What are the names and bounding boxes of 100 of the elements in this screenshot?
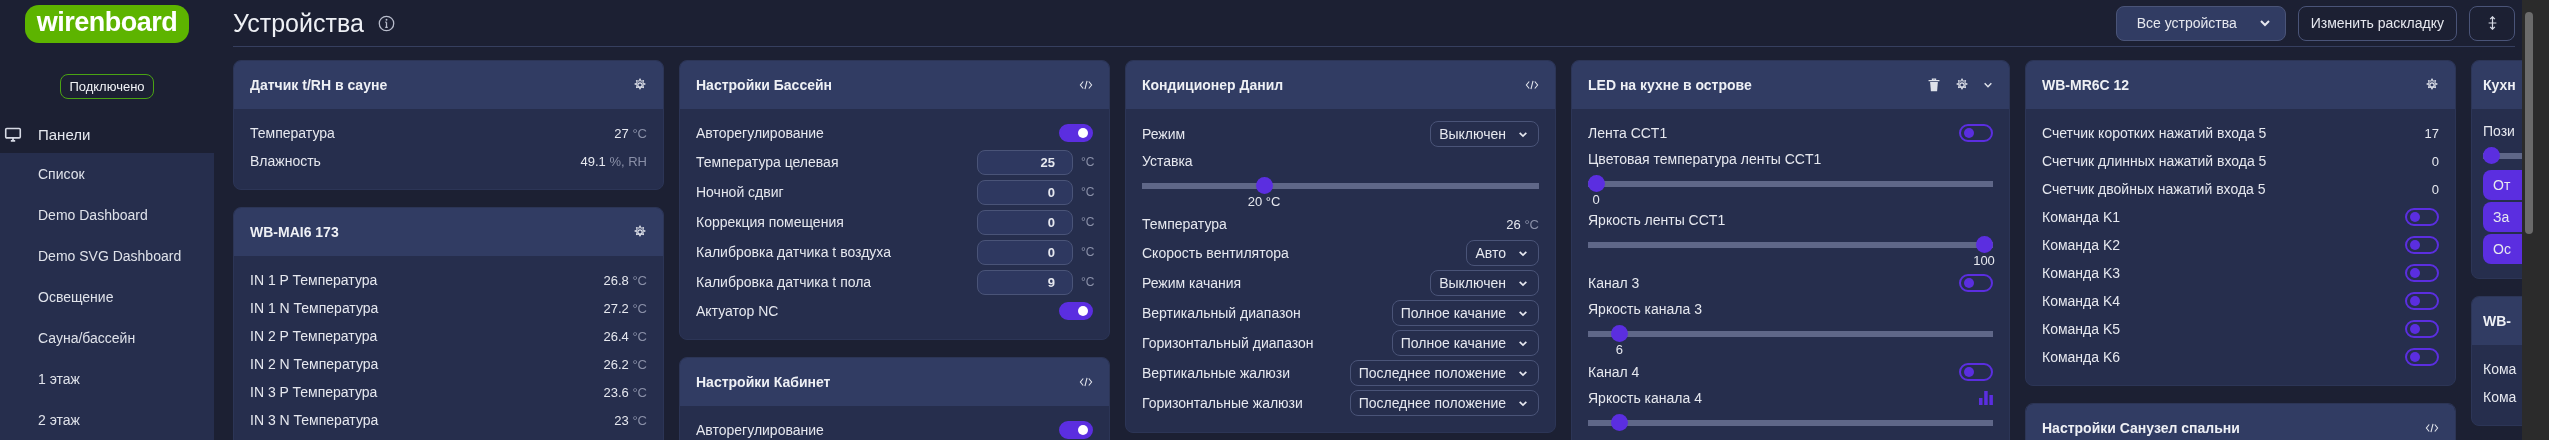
nav-item[interactable]: 1 этаж xyxy=(0,358,214,399)
toggle-switch[interactable] xyxy=(1959,363,1993,381)
code-icon[interactable] xyxy=(1079,78,1093,92)
row-label: Горизонтальные жалюзи xyxy=(1142,395,1303,411)
device-filter-dropdown[interactable]: Все устройства xyxy=(2115,5,2286,41)
bar-chart-icon[interactable] xyxy=(1979,391,1993,405)
add-button[interactable] xyxy=(2469,5,2515,41)
chevron-down-icon xyxy=(1518,279,1528,287)
number-input-field[interactable]: 0 xyxy=(977,239,1073,265)
code-icon[interactable] xyxy=(1079,375,1093,389)
select-dropdown[interactable]: Выключен xyxy=(1430,121,1539,147)
number-input-field[interactable]: 0 xyxy=(977,209,1073,235)
slider-thumb[interactable] xyxy=(2483,147,2500,164)
value-text: 0 xyxy=(2431,153,2439,169)
row-label: Калибровка датчика t пола xyxy=(696,274,872,290)
toggle-switch[interactable] xyxy=(2405,264,2439,282)
slider-label: Яркость канала 4 xyxy=(1588,390,1702,406)
row-label: Команда K5 xyxy=(2042,321,2121,337)
settings-icon[interactable] xyxy=(2425,78,2439,92)
row-label: Кома xyxy=(2483,361,2517,377)
row-label: Команда K6 xyxy=(2042,349,2121,365)
select-dropdown[interactable]: Последнее положение xyxy=(1349,390,1539,416)
settings-icon[interactable] xyxy=(633,78,647,92)
row-label: Команда K2 xyxy=(2042,237,2121,253)
code-icon[interactable] xyxy=(2425,421,2439,435)
nav-item[interactable]: 2 этаж xyxy=(0,399,214,440)
chevron-down-icon xyxy=(1518,249,1528,257)
row-label: Температура целевая xyxy=(696,154,839,170)
card-title: WB- xyxy=(2483,313,2511,329)
trash-icon[interactable] xyxy=(1927,78,1941,92)
row-label: Команда K3 xyxy=(2042,265,2121,281)
unit-label: °C xyxy=(1081,245,1093,259)
settings-icon[interactable] xyxy=(1955,78,1969,92)
row-label: Лента CCT1 xyxy=(1588,125,1668,141)
value-text: 26.2 °C xyxy=(603,356,647,372)
settings-icon[interactable] xyxy=(633,225,647,239)
row-label: Канал 3 xyxy=(1588,275,1640,291)
scrollbar-thumb[interactable] xyxy=(2525,12,2533,234)
slider-thumb[interactable] xyxy=(1588,175,1605,192)
connection-status-badge: Подключено xyxy=(60,74,154,99)
nav-label: Панели xyxy=(38,126,91,143)
slider-thumb[interactable] xyxy=(1611,414,1629,431)
row-label: Температура xyxy=(250,125,335,141)
toggle-switch[interactable] xyxy=(2405,292,2439,310)
toggle-switch[interactable] xyxy=(2405,236,2439,254)
toggle-switch[interactable] xyxy=(1959,274,1993,292)
select-dropdown[interactable]: Полное качание xyxy=(1391,300,1539,326)
slider-value: 20 °C xyxy=(1247,194,1281,209)
select-dropdown[interactable]: Последнее положение xyxy=(1349,360,1539,386)
plus-icon xyxy=(2486,16,2498,30)
select-dropdown[interactable]: Авто xyxy=(1466,240,1539,266)
action-button[interactable]: За xyxy=(2483,202,2522,232)
row-label: Канал 4 xyxy=(1588,364,1640,380)
unit-label: °C xyxy=(1081,275,1093,289)
toggle-switch[interactable] xyxy=(1059,124,1093,142)
card-title: Настройки Санузел спальни xyxy=(2042,420,2240,436)
row-label: Режим качания xyxy=(1142,275,1242,291)
toggle-switch[interactable] xyxy=(2405,208,2439,226)
number-input-field[interactable]: 0 xyxy=(977,179,1073,205)
action-button[interactable]: Ос xyxy=(2483,234,2522,264)
monitor-icon xyxy=(4,126,22,143)
slider-thumb[interactable] xyxy=(1256,177,1273,194)
code-icon[interactable] xyxy=(1525,78,1539,92)
toggle-switch[interactable] xyxy=(1959,124,1993,142)
unit-label: °C xyxy=(1081,185,1093,199)
row-label: IN 3 N Температура xyxy=(250,412,379,428)
row-label: IN 2 P Температура xyxy=(250,328,378,344)
info-icon[interactable] xyxy=(377,14,395,32)
slider-thumb[interactable] xyxy=(1976,236,1993,253)
nav-item[interactable]: Demo Dashboard xyxy=(0,194,214,235)
row-label: Счетчик длинных нажатий входа 5 xyxy=(2042,153,2267,169)
row-label: Вертикальные жалюзи xyxy=(1142,365,1291,381)
value-text: 27 °C xyxy=(614,125,647,141)
card-title: Настройки Бассейн xyxy=(696,77,833,93)
toggle-switch[interactable] xyxy=(1059,421,1093,439)
edit-layout-button[interactable]: Изменить раскладку xyxy=(2297,5,2457,41)
nav-item[interactable]: Освещение xyxy=(0,276,214,317)
toggle-switch[interactable] xyxy=(2405,348,2439,366)
toggle-switch[interactable] xyxy=(2405,320,2439,338)
nav-item[interactable]: Demo SVG Dashboard xyxy=(0,235,214,276)
row-label: Авторегулирование xyxy=(696,125,824,141)
select-dropdown[interactable]: Полное качание xyxy=(1391,330,1539,356)
number-input-field[interactable]: 9 xyxy=(977,269,1073,295)
row-label: Счетчик двойных нажатий входа 5 xyxy=(2042,181,2266,197)
row-label: Калибровка датчика t воздуха xyxy=(696,244,891,260)
toggle-switch[interactable] xyxy=(1059,302,1093,320)
nav-group[interactable]: Панели xyxy=(0,116,214,153)
card-title: WB-MR6C 12 xyxy=(2042,77,2130,93)
row-label: Скорость вентилятора xyxy=(1142,245,1289,261)
chevron-down-icon xyxy=(1518,130,1528,138)
page-title: Устройства xyxy=(233,8,364,38)
action-button[interactable]: От xyxy=(2483,170,2522,200)
select-dropdown[interactable]: Выключен xyxy=(1430,270,1539,296)
nav-item[interactable]: Список xyxy=(0,153,214,194)
nav-item[interactable]: Сауна/бассейн xyxy=(0,317,214,358)
number-input-field[interactable]: 25 xyxy=(977,149,1073,175)
chevron-down-icon[interactable] xyxy=(1983,81,1993,89)
slider-thumb[interactable] xyxy=(1611,325,1629,342)
scrollbar[interactable] xyxy=(2522,0,2549,440)
unit-label: °C xyxy=(1081,155,1093,169)
